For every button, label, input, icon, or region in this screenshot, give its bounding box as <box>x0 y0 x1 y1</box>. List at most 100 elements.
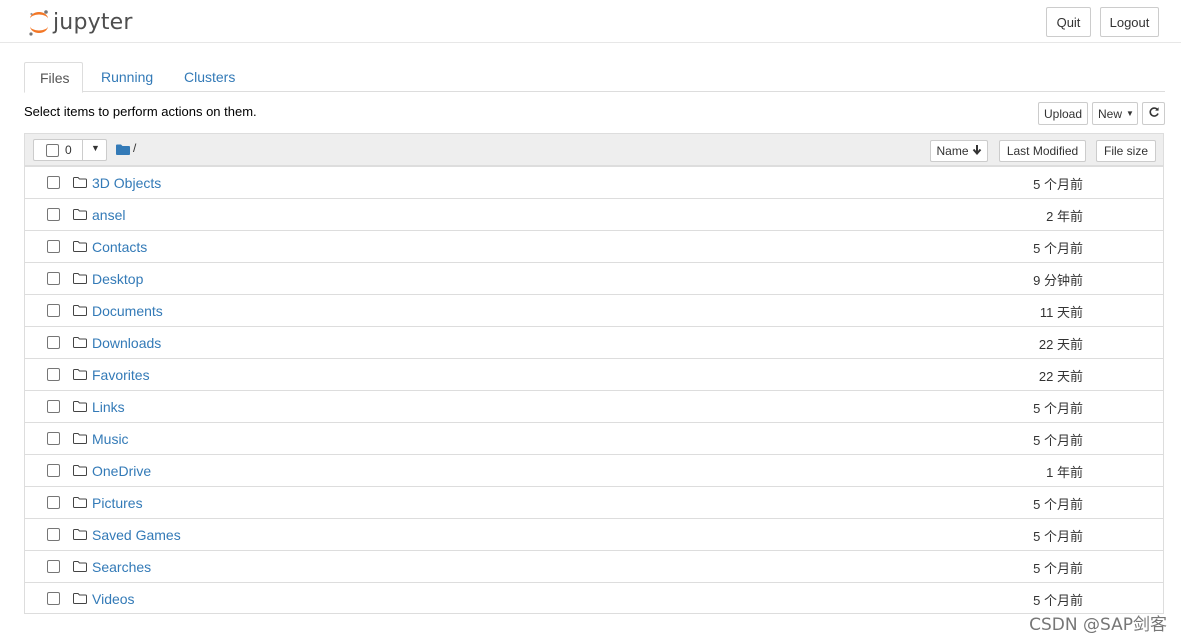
file-name-link[interactable]: Music <box>92 431 129 447</box>
file-row[interactable]: Pictures 5 个月前 <box>25 486 1163 518</box>
row-checkbox[interactable] <box>47 272 60 285</box>
refresh-button[interactable] <box>1142 102 1165 125</box>
row-checkbox[interactable] <box>47 592 60 605</box>
file-row[interactable]: Desktop 9 分钟前 <box>25 262 1163 294</box>
last-modified: 5 个月前 <box>1033 433 1083 448</box>
file-name-link[interactable]: 3D Objects <box>92 175 161 191</box>
row-checkbox[interactable] <box>47 400 60 413</box>
last-modified: 1 年前 <box>1046 465 1083 480</box>
selected-count: 0 <box>65 143 72 157</box>
folder-icon <box>73 528 87 543</box>
tab-clusters[interactable]: Clusters <box>169 62 250 92</box>
file-name-link[interactable]: Searches <box>92 559 151 575</box>
row-checkbox[interactable] <box>47 208 60 221</box>
row-checkbox[interactable] <box>47 496 60 509</box>
watermark: CSDN @SAP剑客 <box>1029 615 1167 635</box>
new-label: New <box>1098 106 1123 121</box>
file-row[interactable]: Favorites 22 天前 <box>25 358 1163 390</box>
breadcrumb-path[interactable]: / <box>133 141 136 155</box>
row-checkbox[interactable] <box>47 528 60 541</box>
arrow-down-icon <box>972 144 982 158</box>
folder-icon <box>73 272 87 287</box>
file-row[interactable]: Downloads 22 天前 <box>25 326 1163 358</box>
folder-icon <box>73 304 87 319</box>
row-checkbox[interactable] <box>47 368 60 381</box>
row-checkbox[interactable] <box>47 336 60 349</box>
select-menu-caret-icon[interactable]: ▼ <box>91 143 100 153</box>
file-name-link[interactable]: Documents <box>92 303 163 319</box>
refresh-icon <box>1148 106 1160 121</box>
row-checkbox[interactable] <box>47 560 60 573</box>
file-row[interactable]: Contacts 5 个月前 <box>25 230 1163 262</box>
file-row[interactable]: 3D Objects 5 个月前 <box>25 166 1163 198</box>
row-checkbox[interactable] <box>47 240 60 253</box>
last-modified: 5 个月前 <box>1033 593 1083 608</box>
last-modified: 11 天前 <box>1039 305 1083 320</box>
quit-button[interactable]: Quit <box>1046 7 1091 37</box>
new-dropdown-button[interactable]: New ▼ <box>1092 102 1138 125</box>
tab-files[interactable]: Files <box>24 62 83 93</box>
sort-file-size-button[interactable]: File size <box>1096 140 1156 162</box>
tab-running[interactable]: Running <box>86 62 168 92</box>
last-modified: 22 天前 <box>1038 369 1083 384</box>
folder-icon <box>73 400 87 415</box>
header-bar: jupyter Quit Logout <box>0 0 1181 43</box>
last-modified: 5 个月前 <box>1033 561 1083 576</box>
folder-icon <box>73 240 87 255</box>
selection-hint: Select items to perform actions on them. <box>24 104 257 119</box>
sort-last-modified-button[interactable]: Last Modified <box>999 140 1086 162</box>
select-all-checkbox[interactable] <box>46 144 59 157</box>
last-modified: 5 个月前 <box>1033 177 1083 192</box>
caret-down-icon: ▼ <box>1126 109 1134 118</box>
file-row[interactable]: Documents 11 天前 <box>25 294 1163 326</box>
last-modified: 9 分钟前 <box>1033 273 1083 288</box>
row-checkbox[interactable] <box>47 176 60 189</box>
file-row[interactable]: OneDrive 1 年前 <box>25 454 1163 486</box>
file-name-link[interactable]: Pictures <box>92 495 143 511</box>
upload-button[interactable]: Upload <box>1038 102 1088 125</box>
sort-name-label: Name <box>936 144 969 158</box>
folder-icon <box>73 208 87 223</box>
file-name-link[interactable]: Contacts <box>92 239 147 255</box>
last-modified: 5 个月前 <box>1033 401 1083 416</box>
last-modified: 22 天前 <box>1038 337 1083 352</box>
file-row[interactable]: Searches 5 个月前 <box>25 550 1163 582</box>
last-modified: 5 个月前 <box>1033 241 1083 256</box>
file-name-link[interactable]: Downloads <box>92 335 161 351</box>
row-checkbox[interactable] <box>47 304 60 317</box>
folder-icon <box>73 560 87 575</box>
tab-bar: Files Running Clusters <box>24 62 1165 93</box>
file-name-link[interactable]: Links <box>92 399 125 415</box>
folder-icon <box>73 432 87 447</box>
list-header: 0 ▼ / Name Last Modified File size <box>25 134 1163 166</box>
sort-name-button[interactable]: Name <box>930 140 988 162</box>
file-name-link[interactable]: Desktop <box>92 271 143 287</box>
jupyter-logo-icon <box>27 7 51 37</box>
row-checkbox[interactable] <box>47 432 60 445</box>
file-row[interactable]: Videos 5 个月前 <box>25 582 1163 614</box>
file-name-link[interactable]: ansel <box>92 207 125 223</box>
file-name-link[interactable]: Videos <box>92 591 135 607</box>
row-checkbox[interactable] <box>47 464 60 477</box>
last-modified: 5 个月前 <box>1033 497 1083 512</box>
folder-icon <box>73 336 87 351</box>
logout-button[interactable]: Logout <box>1100 7 1159 37</box>
folder-icon <box>73 176 87 191</box>
folder-icon <box>73 592 87 607</box>
file-row[interactable]: Links 5 个月前 <box>25 390 1163 422</box>
jupyter-logo[interactable]: jupyter <box>27 7 133 37</box>
folder-icon <box>73 496 87 511</box>
file-name-link[interactable]: OneDrive <box>92 463 151 479</box>
file-row[interactable]: Saved Games 5 个月前 <box>25 518 1163 550</box>
file-name-link[interactable]: Favorites <box>92 367 150 383</box>
divider <box>82 140 83 160</box>
folder-icon[interactable] <box>116 143 130 158</box>
file-row[interactable]: ansel 2 年前 <box>25 198 1163 230</box>
file-name-link[interactable]: Saved Games <box>92 527 181 543</box>
folder-icon <box>73 368 87 383</box>
folder-icon <box>73 464 87 479</box>
select-all-group: 0 ▼ <box>33 139 107 161</box>
last-modified: 2 年前 <box>1046 209 1083 224</box>
file-row[interactable]: Music 5 个月前 <box>25 422 1163 454</box>
last-modified: 5 个月前 <box>1033 529 1083 544</box>
